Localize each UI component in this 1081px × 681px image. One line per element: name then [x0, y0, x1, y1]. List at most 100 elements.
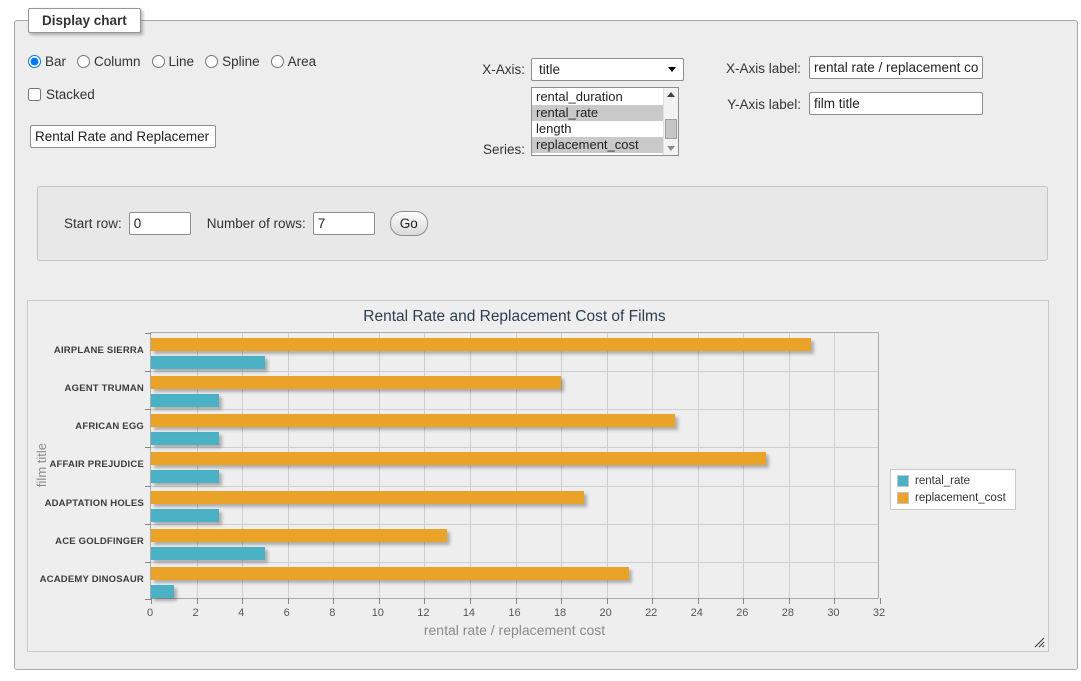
gridline-horizontal	[151, 562, 878, 563]
bar-replacement_cost-affair-prejudice	[151, 452, 766, 465]
y-category-label: ACE GOLDFINGER	[28, 523, 144, 561]
gridline-vertical	[379, 333, 380, 598]
gridline-vertical	[333, 333, 334, 598]
y-tick-mark	[145, 524, 151, 525]
chart-type-option-spline[interactable]: Spline	[205, 54, 260, 69]
chart-type-option-line[interactable]: Line	[152, 54, 195, 69]
radio-label: Area	[288, 54, 317, 69]
listbox-scrollbar[interactable]	[663, 88, 678, 155]
series-option-length[interactable]: length	[532, 121, 663, 137]
chart-type-option-bar[interactable]: Bar	[28, 54, 66, 69]
page: Display chart BarColumnLineSplineArea St…	[0, 0, 1081, 681]
scrollbar-track[interactable]	[664, 101, 678, 142]
series-listbox[interactable]: rental_durationrental_ratelengthreplacem…	[531, 87, 679, 156]
x-tick-mark	[288, 598, 289, 604]
x-tick-label: 2	[193, 607, 199, 619]
radio-spline[interactable]	[205, 55, 218, 68]
chart-title-input[interactable]	[30, 125, 216, 148]
radio-area[interactable]	[271, 55, 284, 68]
chart-title: Rental Rate and Replacement Cost of Film…	[150, 308, 879, 326]
y-axis-label-input[interactable]	[809, 92, 983, 115]
bar-rental_rate-adaptation-holes	[151, 509, 219, 522]
x-tick-label: 18	[554, 607, 566, 619]
x-tick-label: 6	[284, 607, 290, 619]
bar-replacement_cost-agent-truman	[151, 376, 561, 389]
x-axis-tick-labels: 02468101214161820222426283032	[150, 607, 879, 621]
bar-replacement_cost-academy-dinosaur	[151, 567, 629, 580]
dropdown-arrow-icon	[668, 67, 676, 72]
scroll-down-icon[interactable]	[664, 142, 678, 155]
x-axis-select[interactable]: title	[531, 58, 684, 81]
bar-replacement_cost-ace-goldfinger	[151, 529, 447, 542]
stacked-label: Stacked	[46, 87, 95, 102]
resize-grip-icon[interactable]	[1034, 637, 1045, 648]
x-tick-label: 30	[827, 607, 839, 619]
go-button[interactable]: Go	[390, 211, 428, 236]
x-tick-label: 20	[600, 607, 612, 619]
bar-replacement_cost-adaptation-holes	[151, 491, 584, 504]
gridline-vertical	[834, 333, 835, 598]
chart-type-option-area[interactable]: Area	[271, 54, 317, 69]
bar-rental_rate-affair-prejudice	[151, 470, 219, 483]
display-chart-panel: Display chart BarColumnLineSplineArea St…	[14, 20, 1078, 670]
y-tick-mark	[145, 486, 151, 487]
x-tick-label: 22	[645, 607, 657, 619]
y-tick-mark	[145, 447, 151, 448]
stacked-checkbox[interactable]	[28, 88, 41, 101]
x-tick-label: 16	[508, 607, 520, 619]
chart-container: Rental Rate and Replacement Cost of Film…	[27, 300, 1049, 652]
legend-swatch-replacement_cost	[897, 492, 909, 504]
gridline-horizontal	[151, 371, 878, 372]
y-axis-labels: AIRPLANE SIERRAAGENT TRUMANAFRICAN EGGAF…	[28, 332, 144, 599]
scrollbar-thumb[interactable]	[665, 119, 677, 139]
x-tick-mark	[607, 598, 608, 604]
radio-label: Column	[94, 54, 141, 69]
x-tick-label: 26	[736, 607, 748, 619]
bar-replacement_cost-african-egg	[151, 414, 675, 427]
x-tick-mark	[789, 598, 790, 604]
legend-label: replacement_cost	[915, 492, 1006, 504]
legend-label: rental_rate	[915, 475, 970, 487]
x-tick-mark	[561, 598, 562, 604]
gridline-horizontal	[151, 486, 878, 487]
x-tick-label: 0	[147, 607, 153, 619]
gridline-vertical	[743, 333, 744, 598]
y-category-label: ACADEMY DINOSAUR	[28, 561, 144, 599]
chart-type-radio-group: Bar Column Line Spline Area	[28, 54, 316, 69]
x-axis-label-input[interactable]	[809, 56, 983, 79]
series-options: rental_durationrental_ratelengthreplacem…	[532, 88, 663, 155]
y-category-label: AIRPLANE SIERRA	[28, 332, 144, 370]
radio-line[interactable]	[152, 55, 165, 68]
start-row-input[interactable]	[129, 212, 191, 235]
y-category-label: AGENT TRUMAN	[28, 370, 144, 408]
bar-rental_rate-airplane-sierra	[151, 356, 265, 369]
number-of-rows-input[interactable]	[313, 212, 375, 235]
gridline-horizontal	[151, 524, 878, 525]
number-of-rows-label: Number of rows:	[207, 216, 306, 231]
series-list-label: Series:	[435, 142, 525, 157]
x-axis-label-field-label: X-Axis label:	[705, 61, 801, 76]
series-option-rental_duration[interactable]: rental_duration	[532, 89, 663, 105]
legend-entry: rental_rate	[897, 475, 1006, 487]
gridline-vertical	[652, 333, 653, 598]
y-category-label: AFRICAN EGG	[28, 408, 144, 446]
x-tick-mark	[242, 598, 243, 604]
gridline-vertical	[516, 333, 517, 598]
x-axis-select-label: X-Axis:	[435, 62, 525, 77]
gridline-vertical	[470, 333, 471, 598]
series-option-rental_rate[interactable]: rental_rate	[532, 105, 663, 121]
radio-column[interactable]	[77, 55, 90, 68]
radio-bar[interactable]	[28, 55, 41, 68]
row-controls-bar: Start row: Number of rows: Go	[37, 186, 1048, 261]
x-tick-mark	[424, 598, 425, 604]
chart-type-option-column[interactable]: Column	[77, 54, 141, 69]
radio-label: Line	[169, 54, 195, 69]
gridline-vertical	[424, 333, 425, 598]
plot-area	[150, 332, 879, 599]
scroll-up-icon[interactable]	[664, 88, 678, 101]
stacked-option[interactable]: Stacked	[28, 87, 95, 102]
x-tick-label: 28	[782, 607, 794, 619]
x-tick-label: 32	[873, 607, 885, 619]
series-option-replacement_cost[interactable]: replacement_cost	[532, 137, 663, 153]
x-tick-label: 4	[238, 607, 244, 619]
